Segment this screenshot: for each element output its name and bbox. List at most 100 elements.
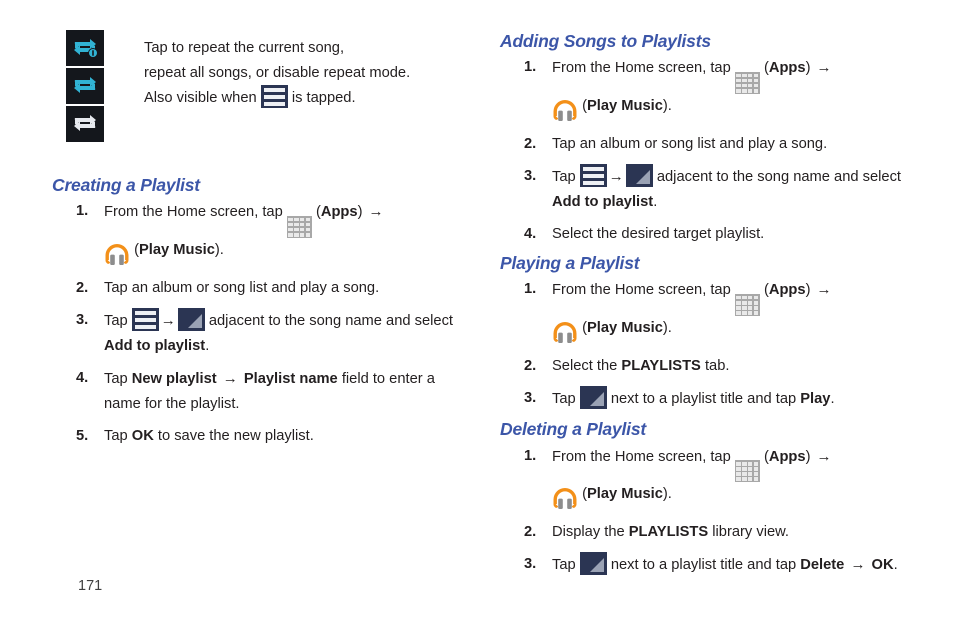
step-number: 2. [76, 280, 89, 297]
step-text: ( [130, 242, 139, 259]
callout-line-2: repeat all songs, or disable repeat mode… [144, 64, 411, 81]
step-emphasis: PLAYLISTS [621, 358, 701, 375]
step-emphasis: OK [871, 557, 894, 574]
page-title-creating-a-playlist: Creating a Playlist [52, 175, 200, 195]
apps-grid-icon [286, 216, 312, 239]
right-column: Adding Songs to Playlists 1. From the Hom… [500, 31, 920, 585]
step-text: Tap an album or song list and play a son… [104, 280, 380, 297]
step-number: 1. [524, 59, 537, 76]
step-text: . [653, 194, 658, 211]
repeat-all-icon [66, 68, 104, 104]
callout-line-3-post: is tapped. [291, 90, 356, 106]
play-music-icon [104, 243, 130, 269]
page-title-adding-songs-to-playlists: Adding Songs to Playlists [500, 31, 711, 51]
step-emphasis: Add to playlist [104, 338, 206, 355]
step-text: From the Home screen, tap [552, 60, 735, 77]
manual-page: Tap to repeat the current song, repeat a… [0, 0, 954, 636]
arrow-icon: → [222, 370, 238, 388]
step-text: ( [759, 282, 769, 299]
step-emphasis: Apps [768, 60, 806, 77]
step-text: ) [805, 282, 815, 299]
step-emphasis: Delete [800, 557, 845, 574]
step-number: 4. [76, 370, 89, 387]
step-text: ) [805, 448, 815, 465]
arrow-icon: → [816, 281, 832, 299]
step-text: next to a playlist title and tap [606, 391, 801, 408]
step-number: 2. [524, 524, 537, 541]
step-text: ). [214, 242, 224, 259]
arrow-icon: → [850, 556, 866, 574]
arrow-icon: → [608, 168, 624, 186]
step-text: ) [805, 60, 815, 77]
step-number: 3. [524, 390, 537, 407]
list-item: 4. Tap New playlist → Playlist name field… [52, 366, 472, 417]
step-emphasis: Play Music [586, 486, 663, 503]
list-item: 1. From the Home screen, tap (Apps) → (Pl… [500, 277, 920, 347]
arrow-icon: → [816, 59, 832, 77]
apps-grid-icon [734, 460, 760, 483]
callout-line-3-pre: Also visible when [144, 90, 257, 106]
step-emphasis: Apps [320, 204, 358, 221]
repeat-callout: Tap to repeat the current song, repeat a… [52, 30, 472, 146]
page-number: 171 [78, 578, 103, 594]
step-number: 3. [524, 168, 537, 185]
play-music-icon [552, 487, 578, 513]
step-emphasis: Play [800, 391, 831, 408]
step-text: Display the [552, 524, 629, 541]
step-text: next to a playlist title and tap [606, 557, 801, 574]
steps-adding-songs-to-playlists: 1. From the Home screen, tap (Apps) → (Pl… [500, 55, 920, 247]
step-text: . [830, 391, 835, 408]
list-item: 4. Select the desired target playlist. [500, 222, 920, 247]
step-text: ( [578, 486, 587, 503]
step-text: . [893, 557, 898, 574]
step-text: From the Home screen, tap [552, 282, 735, 299]
step-text: ( [578, 98, 587, 115]
apps-grid-icon [734, 294, 760, 317]
callout-line-1: Tap to repeat the current song, [144, 40, 345, 56]
left-column: Tap to repeat the current song, repeat a… [52, 30, 472, 456]
repeat-one-icon [66, 30, 104, 66]
step-number: 3. [524, 556, 537, 573]
list-item: 2. Tap an album or song list and play a s… [52, 276, 472, 301]
step-text: ( [759, 60, 769, 77]
play-music-icon [552, 99, 578, 125]
step-emphasis: PLAYLISTS [628, 524, 709, 541]
step-text: Tap [104, 371, 132, 388]
step-text: tab. [700, 358, 730, 375]
list-item: 2. Display the PLAYLISTS library view. [500, 520, 920, 545]
section-deleting-a-playlist: Deleting a Playlist 1. From the Home scre… [500, 420, 920, 578]
list-item: 1. From the Home screen, tap (Apps) → (Pl… [500, 55, 920, 125]
step-text: ). [662, 486, 672, 503]
step-emphasis: Play Music [138, 242, 215, 259]
step-number: 2. [524, 136, 537, 153]
step-emphasis: Play Music [586, 320, 663, 337]
step-number: 1. [524, 447, 537, 464]
step-text: Tap an album or song list and play a son… [552, 136, 828, 153]
overflow-corner-icon [579, 552, 607, 576]
steps-deleting-a-playlist: 1. From the Home screen, tap (Apps) → (Pl… [500, 444, 920, 579]
step-text: Select the desired target playlist. [552, 226, 765, 243]
overflow-corner-icon [177, 308, 205, 332]
step-emphasis: Apps [768, 282, 806, 299]
apps-grid-icon [734, 72, 760, 95]
step-text: Tap [104, 428, 132, 445]
step-number: 4. [524, 226, 537, 243]
step-text: adjacent to the song name and select [652, 169, 901, 186]
list-item: 1. From the Home screen, tap (Apps) → (Pl… [52, 199, 472, 269]
step-text: From the Home screen, tap [552, 448, 735, 465]
step-text: library view. [708, 524, 790, 541]
step-text: ). [662, 98, 672, 115]
step-text: Select the [552, 358, 622, 375]
overflow-corner-icon [625, 164, 653, 188]
page-title-deleting-a-playlist: Deleting a Playlist [500, 419, 646, 440]
step-text: . [205, 338, 210, 355]
step-text: Tap [552, 557, 580, 574]
arrow-icon: → [160, 312, 176, 330]
section-playing-a-playlist: Playing a Playlist 1. From the Home scree… [500, 253, 920, 412]
step-text: ). [662, 320, 672, 337]
step-text: ) [357, 204, 367, 221]
section-adding-songs-to-playlists: Adding Songs to Playlists 1. From the Hom… [500, 31, 920, 247]
section-creating-a-playlist: Creating a Playlist 1. From the Home scre… [52, 175, 472, 449]
step-text: to save the new playlist. [153, 428, 314, 445]
page-title-playing-a-playlist: Playing a Playlist [500, 253, 640, 274]
